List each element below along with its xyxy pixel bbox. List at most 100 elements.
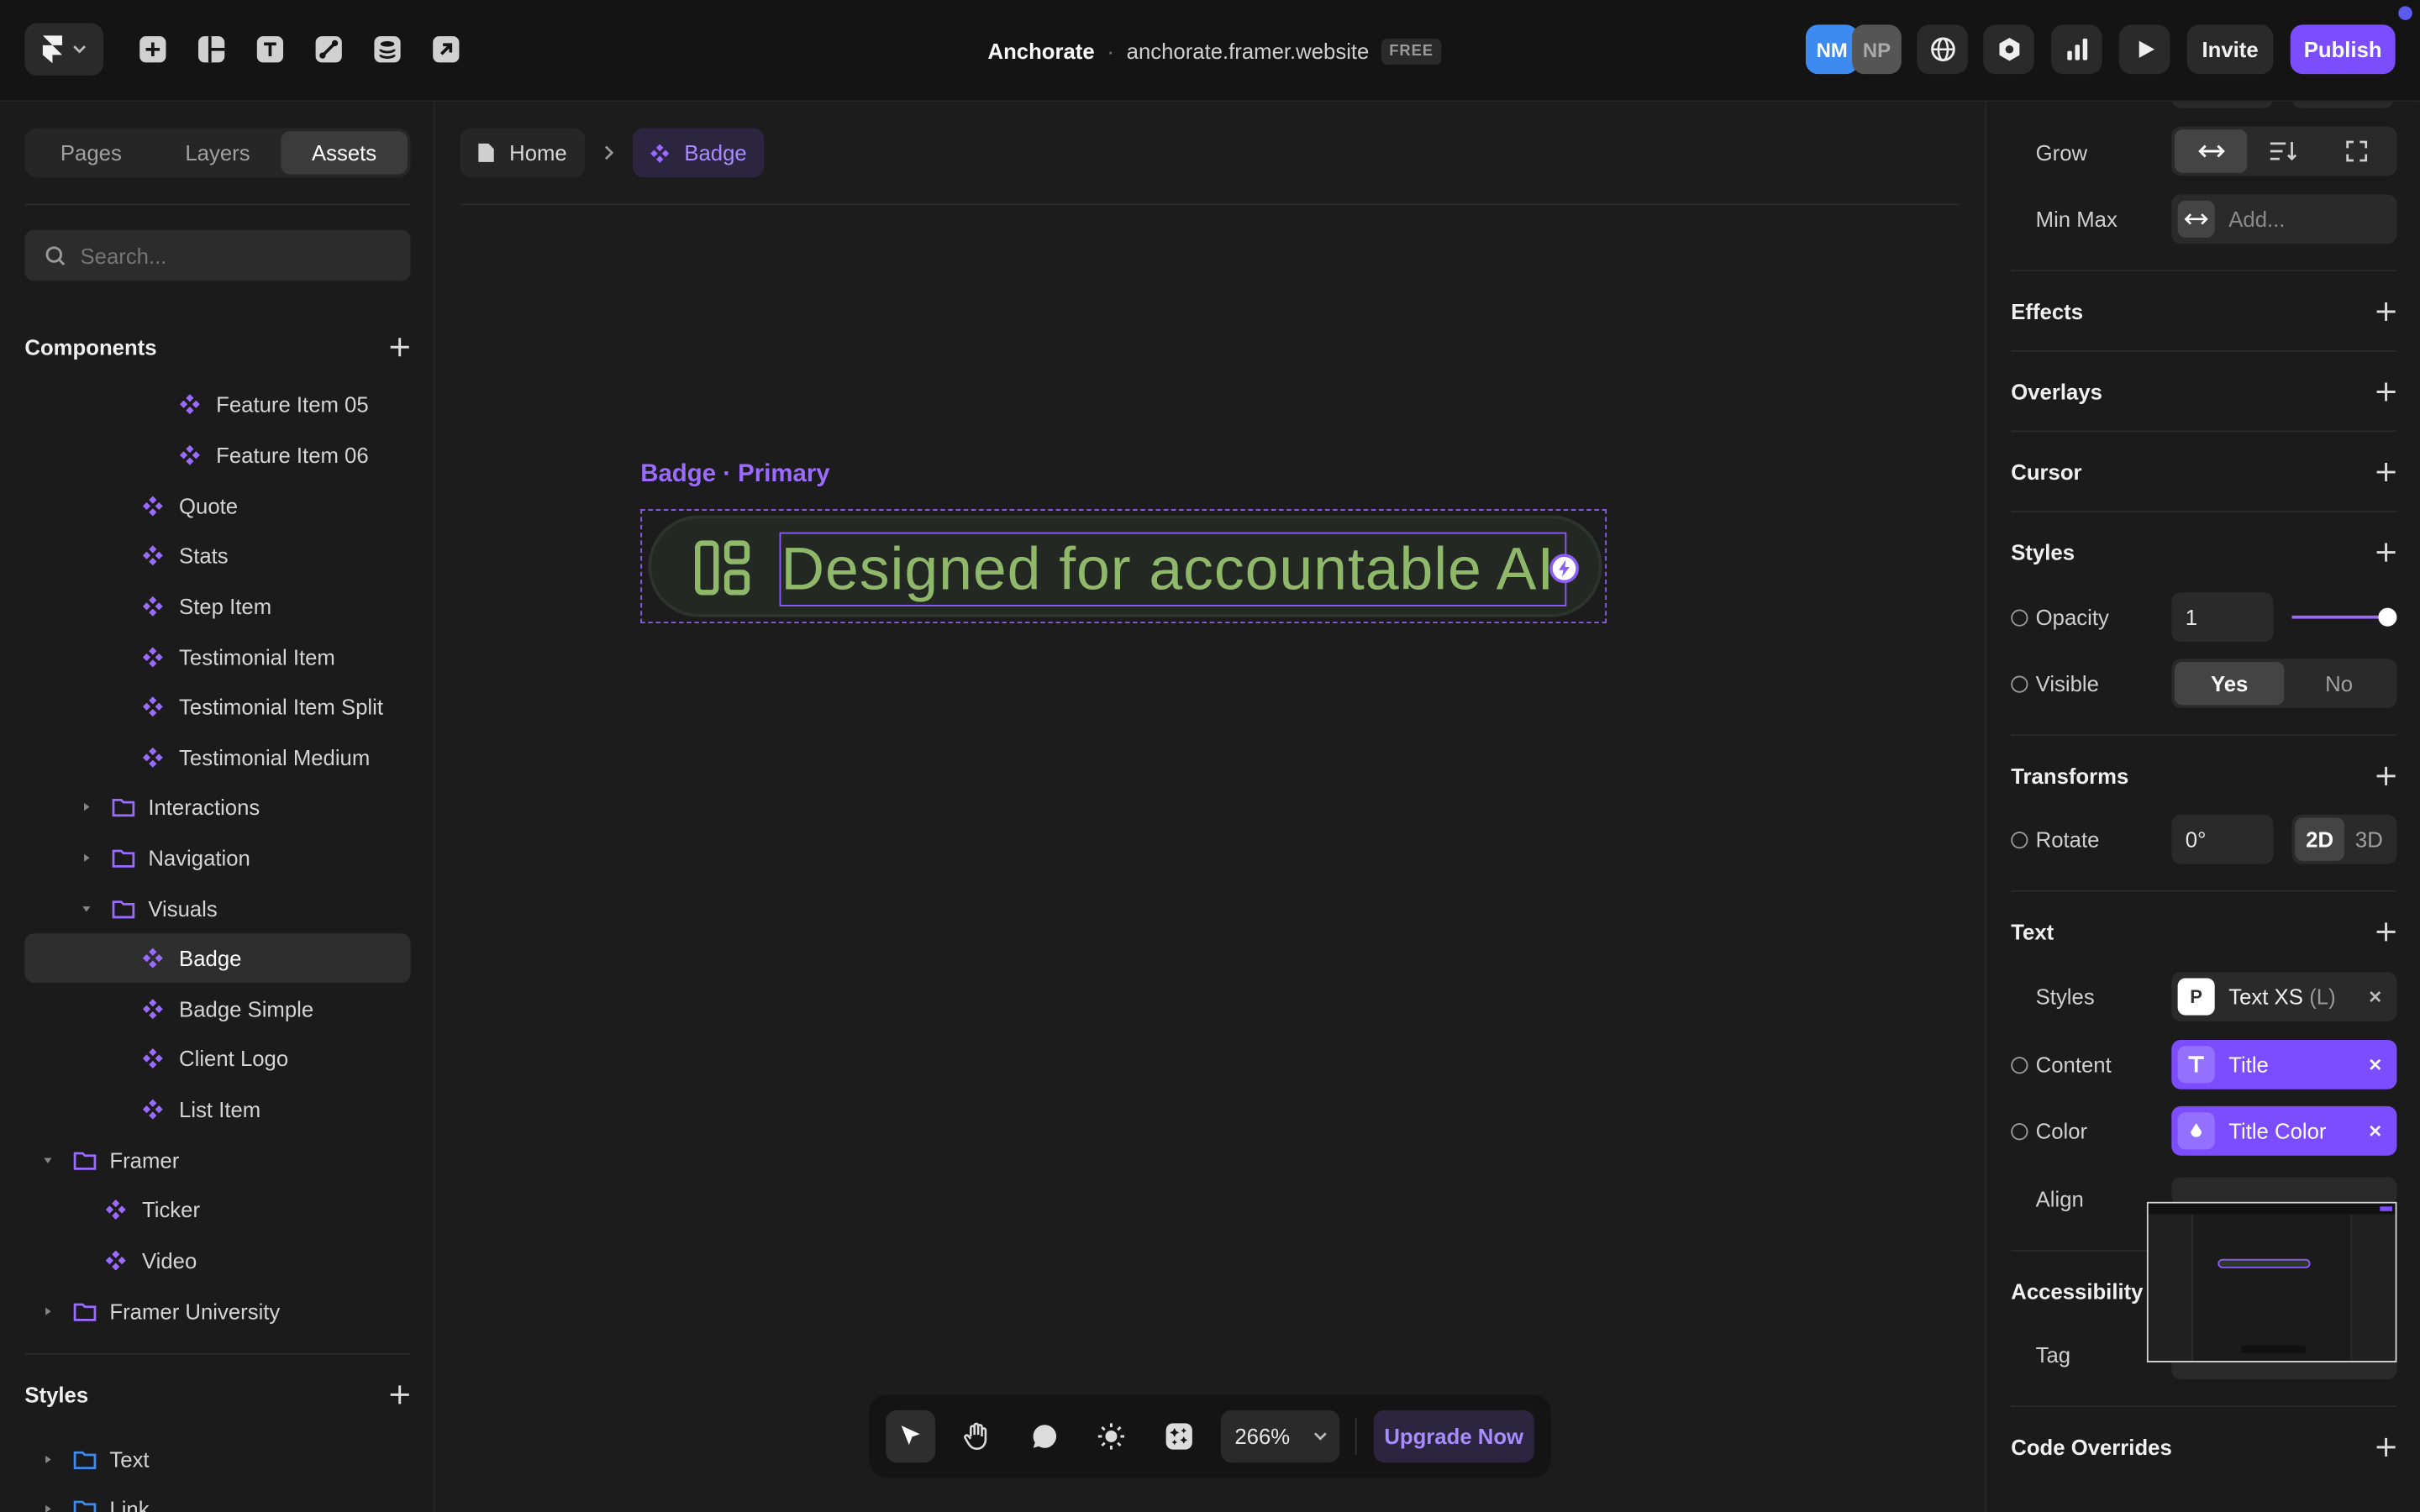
add-effect-icon[interactable] xyxy=(2375,301,2397,323)
avatar-np[interactable]: NP xyxy=(1852,24,1902,75)
tree-folder-navigation[interactable]: Navigation xyxy=(24,833,410,883)
opacity-variable-icon[interactable] xyxy=(2011,609,2028,627)
text-handle[interactable] xyxy=(1549,554,1579,584)
tree-folder-framer-university[interactable]: Framer University xyxy=(24,1287,410,1336)
search-input[interactable] xyxy=(80,243,389,268)
caret-right-icon[interactable] xyxy=(81,801,93,813)
text-tool-button[interactable] xyxy=(250,28,291,71)
badge-text-selection[interactable]: Designed for accountable AI xyxy=(779,532,1567,606)
tree-item-quote[interactable]: Quote xyxy=(24,481,410,531)
visible-yes-option[interactable]: Yes xyxy=(2174,661,2285,706)
comment-tool-button[interactable] xyxy=(1020,1410,1070,1462)
site-settings-button[interactable] xyxy=(1917,24,1968,75)
text-section-title[interactable]: Text xyxy=(2011,920,2054,944)
tree-item-ticker[interactable]: Ticker xyxy=(24,1185,410,1235)
color-variable-icon[interactable] xyxy=(2011,1123,2028,1141)
tab-assets[interactable]: Assets xyxy=(281,131,408,175)
mode-3d-option[interactable]: 3D xyxy=(2344,817,2394,860)
content-field[interactable]: Title xyxy=(2171,1039,2397,1089)
tree-folder-interactions[interactable]: Interactions xyxy=(24,782,410,832)
insert-button[interactable] xyxy=(133,28,173,71)
breadcrumb-current[interactable]: Badge xyxy=(633,128,764,178)
publish-button[interactable]: Publish xyxy=(2290,24,2396,75)
add-style-icon[interactable] xyxy=(2375,542,2397,564)
add-component-icon[interactable] xyxy=(389,336,411,358)
cms-button[interactable] xyxy=(367,28,408,71)
overlays-section-title[interactable]: Overlays xyxy=(2011,380,2102,404)
analytics-button[interactable] xyxy=(2051,24,2102,75)
code-overrides-section-title[interactable]: Code Overrides xyxy=(2011,1435,2172,1459)
tree-item-testimonial-item-split[interactable]: Testimonial Item Split xyxy=(24,682,410,732)
tree-item-stats[interactable]: Stats xyxy=(24,531,410,580)
add-transform-icon[interactable] xyxy=(2375,765,2397,787)
badge-text[interactable]: Designed for accountable AI xyxy=(781,537,1555,605)
close-icon[interactable] xyxy=(2369,1058,2381,1071)
minmax-field[interactable]: Add... xyxy=(2171,194,2397,244)
opacity-slider-thumb[interactable] xyxy=(2378,607,2397,627)
breadcrumb-home[interactable]: Home xyxy=(460,128,586,178)
visible-no-option[interactable]: No xyxy=(2284,662,2393,705)
tab-pages[interactable]: Pages xyxy=(28,131,155,174)
caret-down-icon[interactable] xyxy=(81,902,93,915)
color-field[interactable]: Title Color xyxy=(2171,1105,2397,1156)
upgrade-button[interactable]: Upgrade Now xyxy=(1373,1410,1534,1463)
styles-section-title[interactable]: Styles xyxy=(2011,540,2075,564)
vector-tool-button[interactable] xyxy=(308,28,349,71)
canvas[interactable]: Home Badge Badge · Primary Designed for … xyxy=(434,102,1986,1512)
add-text-icon[interactable] xyxy=(2375,921,2397,943)
caret-right-icon[interactable] xyxy=(81,852,93,864)
frame-label[interactable]: Badge · Primary xyxy=(640,461,829,489)
close-icon[interactable] xyxy=(2369,1125,2381,1137)
tab-layers[interactable]: Layers xyxy=(155,131,281,174)
rotate-input[interactable]: 0° xyxy=(2171,814,2274,864)
zoom-dropdown[interactable]: 266% xyxy=(1220,1410,1340,1463)
layout-button[interactable] xyxy=(192,28,232,71)
tree-item-testimonial-medium[interactable]: Testimonial Medium xyxy=(24,732,410,782)
transforms-section-title[interactable]: Transforms xyxy=(2011,764,2128,788)
caret-down-icon[interactable] xyxy=(42,1154,55,1167)
tree-item-badge[interactable]: Badge xyxy=(24,933,411,983)
add-overlay-icon[interactable] xyxy=(2375,381,2397,403)
tree-item-video[interactable]: Video xyxy=(24,1236,410,1285)
tree-folder-link-styles[interactable]: Link xyxy=(24,1484,410,1512)
search-box[interactable] xyxy=(24,229,411,281)
tree-item-list-item[interactable]: List Item xyxy=(24,1084,410,1134)
size-field-cropped[interactable] xyxy=(2171,102,2274,108)
tree-item-step-item[interactable]: Step Item xyxy=(24,581,410,631)
add-cursor-icon[interactable] xyxy=(2375,461,2397,483)
visible-variable-icon[interactable] xyxy=(2011,675,2028,693)
avatar-nm[interactable]: NM xyxy=(1805,24,1859,75)
tree-folder-text-styles[interactable]: Text xyxy=(24,1435,410,1484)
cursor-section-title[interactable]: Cursor xyxy=(2011,459,2081,484)
settings-button[interactable] xyxy=(1983,24,2034,75)
badge-component[interactable]: Designed for accountable AI xyxy=(648,515,1602,617)
accessibility-section-title[interactable]: Accessibility xyxy=(2011,1279,2143,1304)
content-variable-icon[interactable] xyxy=(2011,1057,2028,1074)
opacity-slider[interactable] xyxy=(2291,607,2397,627)
mode-2d-option[interactable]: 2D xyxy=(2295,817,2344,861)
badge-frame-selection[interactable]: Designed for accountable AI xyxy=(640,509,1607,624)
ai-tool-button[interactable] xyxy=(1155,1410,1204,1462)
select-tool-button[interactable] xyxy=(886,1410,936,1463)
open-external-button[interactable] xyxy=(426,28,466,71)
tree-item-feature-item-06[interactable]: Feature Item 06 xyxy=(24,430,410,480)
grow-fit-option[interactable] xyxy=(2321,129,2394,172)
grow-vertical-option[interactable] xyxy=(2248,129,2321,172)
project-title[interactable]: Anchorate · anchorate.framer.website FRE… xyxy=(988,35,1442,66)
tree-item-badge-simple[interactable]: Badge Simple xyxy=(24,984,410,1034)
text-style-field[interactable]: P Text XS (L) xyxy=(2171,972,2397,1021)
minimap-thumbnail[interactable] xyxy=(2146,1201,2397,1362)
tree-folder-visuals[interactable]: Visuals xyxy=(24,884,410,933)
tree-item-testimonial-item[interactable]: Testimonial Item xyxy=(24,633,410,682)
tree-folder-framer[interactable]: Framer xyxy=(24,1136,410,1185)
close-icon[interactable] xyxy=(2369,990,2381,1003)
opacity-input[interactable]: 1 xyxy=(2171,592,2274,643)
grow-horizontal-option[interactable] xyxy=(2174,129,2248,173)
caret-right-icon[interactable] xyxy=(42,1305,55,1318)
add-code-override-icon[interactable] xyxy=(2375,1436,2397,1458)
preview-button[interactable] xyxy=(2118,24,2170,75)
framer-menu-button[interactable] xyxy=(24,23,104,76)
tree-item-feature-item-05[interactable]: Feature Item 05 xyxy=(24,380,410,429)
rotate-variable-icon[interactable] xyxy=(2011,831,2028,849)
invite-button[interactable]: Invite xyxy=(2186,24,2274,75)
